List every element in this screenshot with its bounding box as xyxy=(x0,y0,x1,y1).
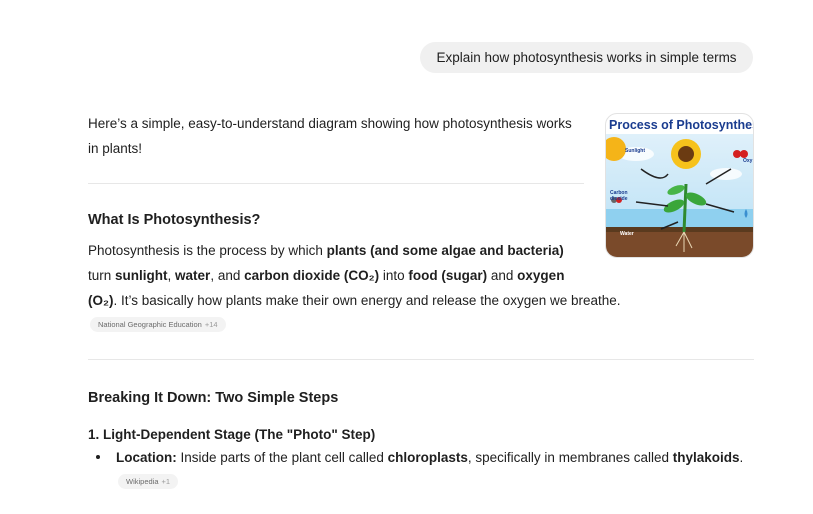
bullet-label: Location: xyxy=(116,450,177,465)
source-chip-count: +14 xyxy=(204,320,218,329)
bullet-text: Inside parts of the plant cell called xyxy=(176,450,388,465)
step1-heading: 1. Light-Dependent Stage (The "Photo" St… xyxy=(88,427,376,442)
def-bold-oxygen: oxygen xyxy=(517,268,565,283)
bullet-bold-thylakoids: thylakoids xyxy=(672,450,740,465)
section-heading-what-is: What Is Photosynthesis? xyxy=(88,212,261,228)
divider-top xyxy=(88,183,584,184)
bullet-location: Location: Inside parts of the plant cell… xyxy=(116,445,743,470)
def-text: , xyxy=(167,268,176,283)
photosynthesis-diagram-image[interactable]: Sunlight Carbon dioxide Water Oxy Proces… xyxy=(605,113,754,258)
def-text: . It’s basically how plants make their o… xyxy=(113,293,621,308)
intro-line-1: Here’s a simple, easy-to-understand diag… xyxy=(88,116,572,131)
source-chip-wikipedia[interactable]: Wikipedia +1 xyxy=(118,474,179,489)
def-bold-food: food (sugar) xyxy=(408,268,488,283)
label-oxygen: Oxy xyxy=(743,158,753,164)
def-text: , and xyxy=(210,268,245,283)
definition-paragraph: Photosynthesis is the process by which p… xyxy=(88,238,621,313)
bullet-bold-chloroplasts: chloroplasts xyxy=(387,450,468,465)
def-text: turn xyxy=(88,268,116,283)
bullet-dot xyxy=(96,455,100,459)
section-heading-breaking-down: Breaking It Down: Two Simple Steps xyxy=(88,390,339,406)
source-chip-label: National Geographic Education xyxy=(98,320,202,329)
def-text: Photosynthesis is the process by which xyxy=(88,243,327,258)
label-water: Water xyxy=(620,231,634,237)
source-chip-label: Wikipedia xyxy=(126,477,159,486)
source-chip-natgeo[interactable]: National Geographic Education +14 xyxy=(90,317,226,332)
label-sunlight: Sunlight xyxy=(625,148,645,154)
diagram-title: Process of Photosynthes xyxy=(609,118,754,132)
intro-line-2: in plants! xyxy=(88,141,143,156)
bullet-text: , specifically in membranes called xyxy=(467,450,673,465)
photosynthesis-diagram-illustration: Sunlight Carbon dioxide Water Oxy xyxy=(606,134,753,257)
def-bold-sunlight: sunlight xyxy=(115,268,168,283)
def-text: into xyxy=(379,268,409,283)
user-message-text: Explain how photosynthesis works in simp… xyxy=(436,50,737,65)
def-text: and xyxy=(487,268,518,283)
source-chip-count: +1 xyxy=(161,477,171,486)
divider-middle xyxy=(88,359,754,360)
def-bold-water: water xyxy=(175,268,211,283)
def-bold-o2: (O₂) xyxy=(88,293,114,308)
intro-paragraph: Here’s a simple, easy-to-understand diag… xyxy=(88,111,572,161)
bullet-text: . xyxy=(739,450,744,465)
def-bold-plants: plants (and some algae and bacteria) xyxy=(326,243,564,258)
def-bold-co2: carbon dioxide (CO₂) xyxy=(244,268,380,283)
label-dioxide: dioxide xyxy=(610,196,628,202)
user-message-bubble: Explain how photosynthesis works in simp… xyxy=(420,42,753,73)
